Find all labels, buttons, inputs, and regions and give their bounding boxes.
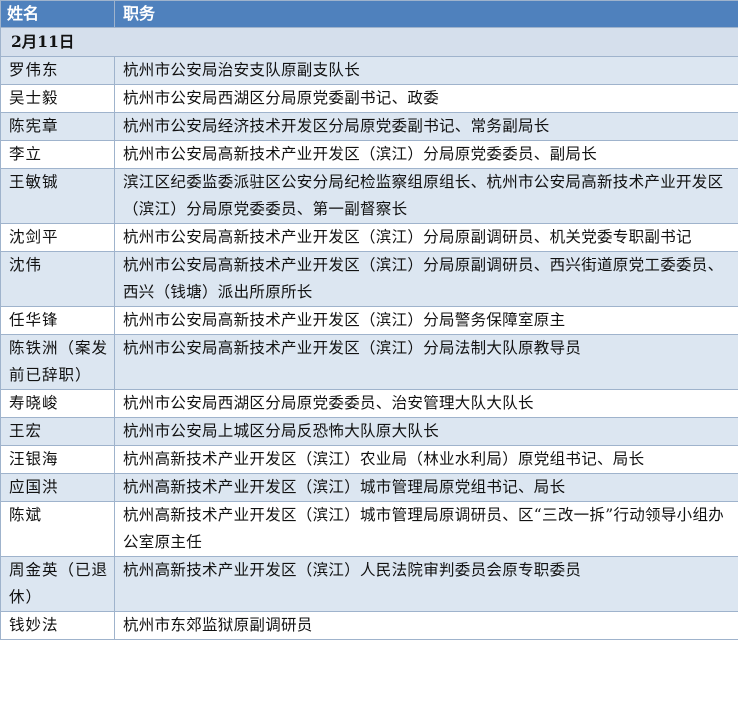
table-row: 李立 杭州市公安局高新技术产业开发区（滨江）分局原党委委员、副局长 <box>0 140 738 169</box>
table-row: 罗伟东 杭州市公安局治安支队原副支队长 <box>0 56 738 85</box>
duty-cell: 杭州高新技术产业开发区（滨江）人民法院审判委员会原专职委员 <box>114 556 738 612</box>
duty-cell: 滨江区纪委监委派驻区公安分局纪检监察组原组长、杭州市公安局高新技术产业开发区（滨… <box>114 168 738 224</box>
duty-cell: 杭州市公安局上城区分局反恐怖大队原大队长 <box>114 417 738 446</box>
name-cell: 陈斌 <box>0 501 115 557</box>
name-cell: 陈宪章 <box>0 112 115 141</box>
duty-cell: 杭州市公安局西湖区分局原党委副书记、政委 <box>114 84 738 113</box>
name-cell: 王敏铖 <box>0 168 115 224</box>
table-row: 王敏铖 滨江区纪委监委派驻区公安分局纪检监察组原组长、杭州市公安局高新技术产业开发… <box>0 168 738 224</box>
table-row: 应国洪 杭州高新技术产业开发区（滨江）城市管理局原党组书记、局长 <box>0 473 738 502</box>
name-cell: 应国洪 <box>0 473 115 502</box>
duty-cell: 杭州高新技术产业开发区（滨江）城市管理局原调研员、区“三改一拆”行动领导小组办公… <box>114 501 738 557</box>
duty-cell: 杭州高新技术产业开发区（滨江）农业局（林业水利局）原党组书记、局长 <box>114 445 738 474</box>
table-row: 王宏 杭州市公安局上城区分局反恐怖大队原大队长 <box>0 417 738 446</box>
header-row: 姓名 职务 <box>0 0 738 28</box>
table-row: 陈铁洲（案发前已辞职） 杭州市公安局高新技术产业开发区（滨江）分局法制大队原教导员 <box>0 334 738 390</box>
name-cell: 周金英（已退休） <box>0 556 115 612</box>
duty-cell: 杭州市东郊监狱原副调研员 <box>114 611 738 640</box>
date-section-row: 2月11日 <box>0 27 738 57</box>
duty-column-header: 职务 <box>114 0 738 28</box>
duty-cell: 杭州市公安局高新技术产业开发区（滨江）分局原副调研员、机关党委专职副书记 <box>114 223 738 252</box>
name-cell: 罗伟东 <box>0 56 115 85</box>
table-row: 吴士毅 杭州市公安局西湖区分局原党委副书记、政委 <box>0 84 738 113</box>
duty-cell: 杭州市公安局经济技术开发区分局原党委副书记、常务副局长 <box>114 112 738 141</box>
table-row: 钱妙法 杭州市东郊监狱原副调研员 <box>0 611 738 640</box>
name-cell: 陈铁洲（案发前已辞职） <box>0 334 115 390</box>
duty-cell: 杭州高新技术产业开发区（滨江）城市管理局原党组书记、局长 <box>114 473 738 502</box>
table-row: 汪银海 杭州高新技术产业开发区（滨江）农业局（林业水利局）原党组书记、局长 <box>0 445 738 474</box>
table-row: 周金英（已退休） 杭州高新技术产业开发区（滨江）人民法院审判委员会原专职委员 <box>0 556 738 612</box>
duty-cell: 杭州市公安局高新技术产业开发区（滨江）分局警务保障室原主 <box>114 306 738 335</box>
name-column-header: 姓名 <box>0 0 115 28</box>
duty-cell: 杭州市公安局高新技术产业开发区（滨江）分局原副调研员、西兴街道原党工委委员、西兴… <box>114 251 738 307</box>
name-cell: 沈剑平 <box>0 223 115 252</box>
table-row: 任华锋 杭州市公安局高新技术产业开发区（滨江）分局警务保障室原主 <box>0 306 738 335</box>
name-cell: 任华锋 <box>0 306 115 335</box>
officials-table: 姓名 职务 2月11日 罗伟东 杭州市公安局治安支队原副支队长 吴士毅 杭州市公安局… <box>0 0 738 640</box>
name-cell: 沈伟 <box>0 251 115 307</box>
name-cell: 汪银海 <box>0 445 115 474</box>
table-row: 寿晓峻 杭州市公安局西湖区分局原党委委员、治安管理大队大队长 <box>0 389 738 418</box>
name-cell: 寿晓峻 <box>0 389 115 418</box>
duty-cell: 杭州市公安局治安支队原副支队长 <box>114 56 738 85</box>
name-cell: 吴士毅 <box>0 84 115 113</box>
table-row: 陈斌 杭州高新技术产业开发区（滨江）城市管理局原调研员、区“三改一拆”行动领导小组… <box>0 501 738 557</box>
table-row: 沈剑平 杭州市公安局高新技术产业开发区（滨江）分局原副调研员、机关党委专职副书记 <box>0 223 738 252</box>
duty-cell: 杭州市公安局西湖区分局原党委委员、治安管理大队大队长 <box>114 389 738 418</box>
duty-cell: 杭州市公安局高新技术产业开发区（滨江）分局法制大队原教导员 <box>114 334 738 390</box>
name-cell: 李立 <box>0 140 115 169</box>
name-cell: 钱妙法 <box>0 611 115 640</box>
duty-cell: 杭州市公安局高新技术产业开发区（滨江）分局原党委委员、副局长 <box>114 140 738 169</box>
date-section-label: 2月11日 <box>0 27 738 57</box>
table-row: 沈伟 杭州市公安局高新技术产业开发区（滨江）分局原副调研员、西兴街道原党工委委员、… <box>0 251 738 307</box>
table-row: 陈宪章 杭州市公安局经济技术开发区分局原党委副书记、常务副局长 <box>0 112 738 141</box>
name-cell: 王宏 <box>0 417 115 446</box>
